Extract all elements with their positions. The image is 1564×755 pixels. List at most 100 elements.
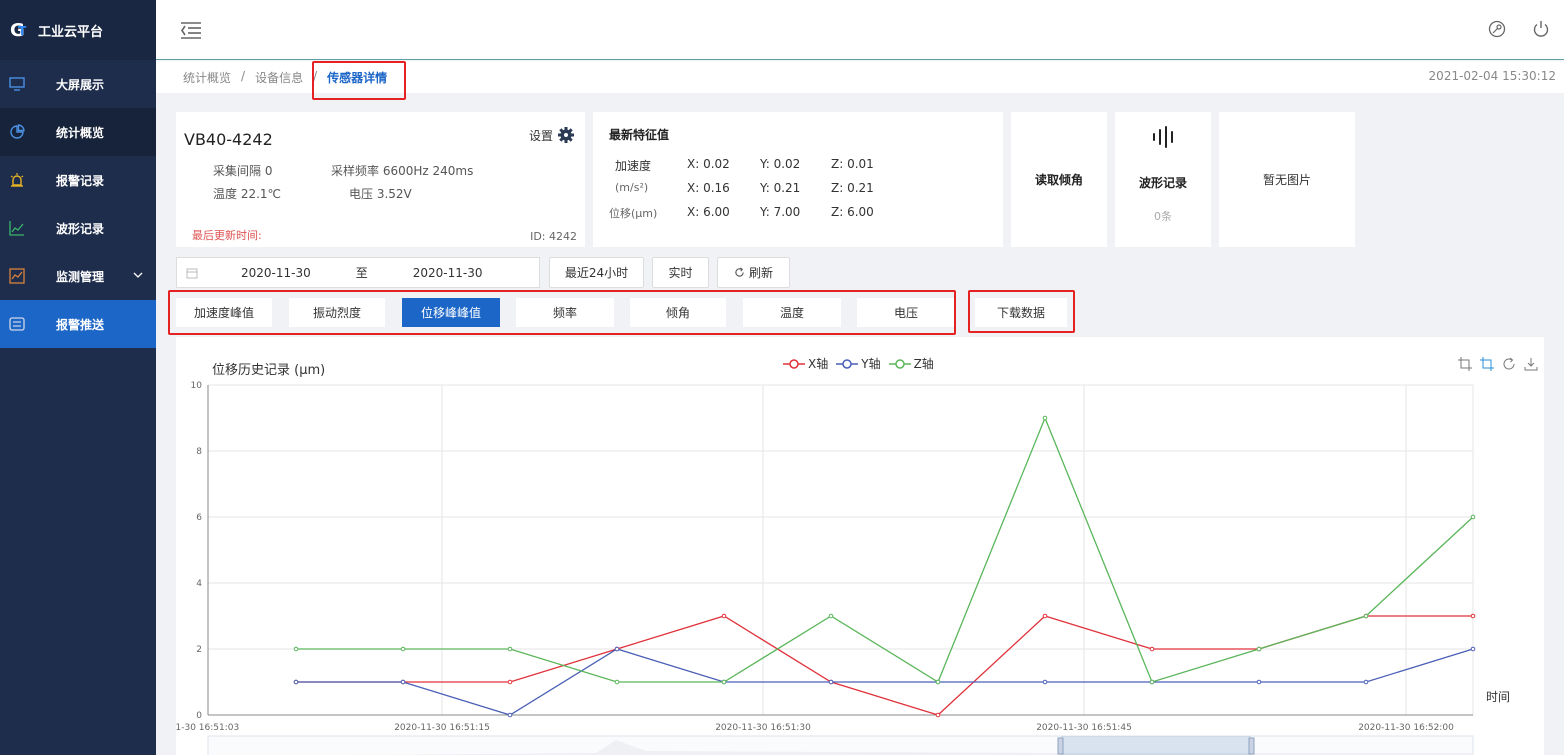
zoom-slider-handle [1057, 737, 1064, 755]
chevron-down-icon [133, 272, 143, 278]
data-point [935, 712, 941, 718]
feature-value: X: 6.00 [687, 205, 730, 219]
refresh-label: 刷新 [748, 266, 773, 280]
sidebar-item-monitoring[interactable]: 监测管理 [0, 252, 156, 300]
data-point [1256, 679, 1262, 685]
x-tick-label: 2020-11-30 16:51:30 [715, 723, 811, 733]
last-24h-button[interactable]: 最近24小时 [549, 257, 644, 288]
feature-value: Z: 6.00 [831, 205, 874, 219]
power-icon[interactable] [1532, 20, 1550, 38]
device-name: VB40-4242 [184, 130, 273, 149]
sidebar-item-overview[interactable]: 统计概览 [0, 108, 156, 156]
date-range-picker[interactable]: 2020-11-30 至 2020-11-30 [176, 257, 540, 288]
data-point [1042, 415, 1048, 421]
read-angle-button[interactable]: 读取倾角 [1011, 112, 1107, 247]
last-update-label: 最后更新时间: [192, 229, 262, 242]
no-image-label: 暂无图片 [1262, 173, 1311, 187]
x-axis-label: 时间 [1486, 690, 1510, 704]
feature-value: X: 0.02 [687, 157, 730, 171]
y-tick-label: 2 [196, 645, 202, 655]
x-tick-label: 2020-11-30 16:52:00 [1358, 723, 1454, 733]
series-line [296, 416, 1474, 683]
data-point [507, 646, 513, 652]
data-point [1470, 514, 1476, 520]
y-tick-label: 10 [191, 381, 203, 391]
wave-record-label: 波形记录 [1138, 176, 1187, 190]
sidebar-item-label: 监测管理 [56, 269, 105, 284]
breadcrumb-item[interactable]: 统计概览 [183, 69, 231, 86]
sidebar: GT 工业云平台 大屏展示 统计概览 报警记录 波形记录 监测管理 报警推送 [0, 0, 156, 755]
feature-label: 加速度 [615, 159, 652, 173]
push-icon [8, 315, 26, 333]
features-card: 最新特征值 加速度 X: 0.02 Y: 0.02 Z: 0.01 (m/s²)… [593, 112, 1003, 247]
data-point [614, 646, 620, 652]
date-separator: 至 [355, 266, 368, 280]
waveform-icon [1153, 126, 1173, 148]
data-point [1363, 613, 1369, 619]
data-point [293, 646, 299, 652]
data-point [614, 679, 620, 685]
wave-record-count: 0条 [1154, 210, 1172, 223]
key-icon[interactable] [1488, 20, 1506, 38]
refresh-button[interactable]: 刷新 [717, 257, 790, 288]
data-point [721, 613, 727, 619]
sidebar-item-label: 报警记录 [56, 173, 105, 188]
realtime-button[interactable]: 实时 [652, 257, 709, 288]
y-tick-label: 6 [196, 513, 202, 523]
start-date[interactable]: 2020-11-30 [241, 266, 311, 280]
data-point [507, 679, 513, 685]
breadcrumb-separator: / [241, 69, 246, 83]
sidebar-item-label: 报警推送 [56, 317, 105, 332]
features-title: 最新特征值 [609, 128, 670, 142]
data-point [1363, 679, 1369, 685]
app-title: 工业云平台 [38, 24, 104, 40]
calendar-icon [186, 268, 198, 278]
chart-panel: 位移历史记录 (μm) X轴 Y轴 Z轴 02468100-11-30 16:5… [176, 337, 1544, 755]
temperature: 温度 22.1℃ [213, 187, 282, 201]
collect-interval: 采集间隔 0 [213, 164, 273, 178]
breadcrumb-item[interactable]: 设备信息 [255, 69, 303, 86]
sidebar-item-label: 波形记录 [56, 221, 105, 236]
series-line [296, 615, 1473, 716]
x-tick-label: 2020-11-30 16:51:45 [1036, 723, 1132, 733]
device-card: VB40-4242 设置 采集间隔 0 采样频率 6600Hz 240ms 温度… [176, 112, 585, 247]
y-tick-label: 0 [196, 711, 202, 721]
sidebar-item-dashboard[interactable]: 大屏展示 [0, 60, 156, 108]
trend-icon [8, 267, 26, 285]
wave-record-button[interactable]: 波形记录 0条 [1115, 112, 1211, 247]
x-tick-label: 0-11-30 16:51:03 [176, 723, 239, 733]
data-point [1042, 613, 1048, 619]
device-settings-button[interactable]: 设置 [529, 126, 575, 144]
menu-collapse-icon[interactable] [180, 21, 202, 39]
alarm-light-icon [8, 171, 26, 189]
line-chart-icon [8, 219, 26, 237]
refresh-icon [735, 267, 744, 277]
data-point [935, 679, 941, 685]
sidebar-item-label: 统计概览 [56, 125, 105, 140]
data-point [1256, 646, 1262, 652]
highlight-box [968, 290, 1075, 333]
sidebar-item-alarms[interactable]: 报警记录 [0, 156, 156, 204]
gear-icon [558, 127, 574, 143]
data-point [400, 679, 406, 685]
data-point [1149, 679, 1155, 685]
logo-mark: GT [10, 19, 27, 41]
data-point [828, 679, 834, 685]
last-24h-label: 最近24小时 [564, 266, 629, 280]
read-angle-label: 读取倾角 [1034, 173, 1083, 187]
zoom-slider-window [1061, 736, 1251, 755]
sidebar-item-alarm-push[interactable]: 报警推送 [0, 300, 156, 348]
feature-value: Y: 0.02 [760, 157, 801, 171]
feature-value: Z: 0.21 [831, 181, 874, 195]
y-tick-label: 4 [196, 579, 202, 589]
end-date[interactable]: 2020-11-30 [413, 266, 483, 280]
current-datetime: 2021-02-04 15:30:12 [1428, 69, 1556, 83]
feature-value: Y: 0.21 [760, 181, 801, 195]
y-tick-label: 8 [196, 447, 202, 457]
sidebar-item-waveforms[interactable]: 波形记录 [0, 204, 156, 252]
zoom-slider-handle [1248, 737, 1255, 755]
data-point [507, 712, 513, 718]
feature-value: Z: 0.01 [831, 157, 874, 171]
data-point [1149, 646, 1155, 652]
highlight-box [168, 290, 956, 335]
